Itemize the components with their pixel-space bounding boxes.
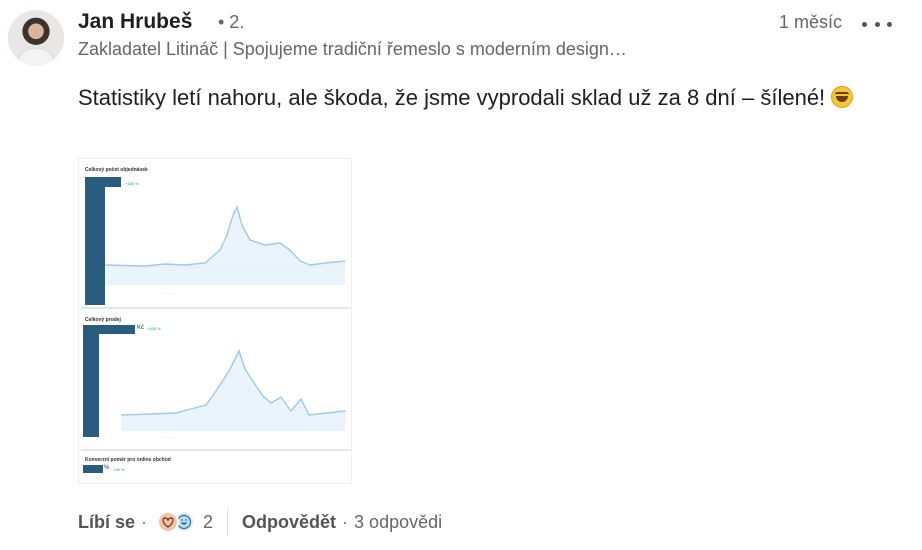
divider (227, 509, 229, 535)
author-name[interactable]: Jan Hrubeš (78, 10, 192, 34)
panel-currency: Kč (137, 325, 145, 331)
panel-percentage: +166 % (125, 181, 139, 186)
panel-title: Celkový počet objednávek (85, 167, 148, 173)
chart-legend: — · · · · — · · · (161, 291, 181, 295)
panel-unit: % (104, 465, 110, 471)
analytics-panel-conversion: Konverzní poměr pro online obchod % +98 … (81, 455, 351, 483)
analytics-panel-sales: Celkový prodej Kč +168 % — · · · · — · ·… (81, 313, 351, 451)
comment-text-block: Statistiky letí nahoru, ale škoda, že js… (78, 80, 878, 116)
love-reaction-icon (157, 511, 180, 533)
panel-value-redacted (83, 465, 103, 473)
reply-button[interactable]: Odpovědět (242, 512, 336, 533)
tears-of-joy-emoji-icon (831, 86, 854, 108)
comment-text: Statistiky letí nahoru, ale škoda, že js… (78, 85, 826, 110)
comment-timestamp: 1 měsíc (778, 12, 842, 32)
author-headline: Zakladatel Litináč | Spojujeme tradiční … (78, 39, 627, 59)
orders-line-chart (105, 205, 345, 285)
ellipsis-icon (862, 21, 867, 27)
panel-value-redacted (83, 325, 99, 437)
more-options-button[interactable] (862, 12, 892, 36)
attached-image[interactable]: Celkový počet objednávek +166 % — · · · … (78, 158, 352, 484)
panel-percentage: +98 % (113, 467, 125, 472)
panel-value-redacted (85, 177, 105, 305)
reaction-count[interactable]: 2 (203, 512, 213, 533)
analytics-panel-orders: Celkový počet objednávek +166 % — · · · … (81, 161, 351, 309)
panel-percentage: +168 % (147, 326, 161, 331)
avatar-shirt (18, 48, 54, 66)
separator-dot: · (342, 511, 349, 532)
sales-line-chart (121, 349, 346, 431)
chart-legend: — · · · · — · · · (161, 435, 181, 439)
replies-count-link[interactable]: 3 odpovědi (354, 512, 442, 533)
author-avatar[interactable] (8, 10, 64, 66)
separator-dot: · (141, 511, 148, 532)
panel-title: Konverzní poměr pro online obchod (85, 457, 171, 463)
like-button[interactable]: Líbí se (78, 512, 135, 533)
panel-title: Celkový prodej (85, 317, 121, 323)
connection-degree: • 2. (218, 12, 245, 32)
comment-actions: Líbí se · 2 Odpovědět · 3 odpovědi (78, 509, 442, 535)
reactions-summary[interactable] (157, 511, 196, 533)
